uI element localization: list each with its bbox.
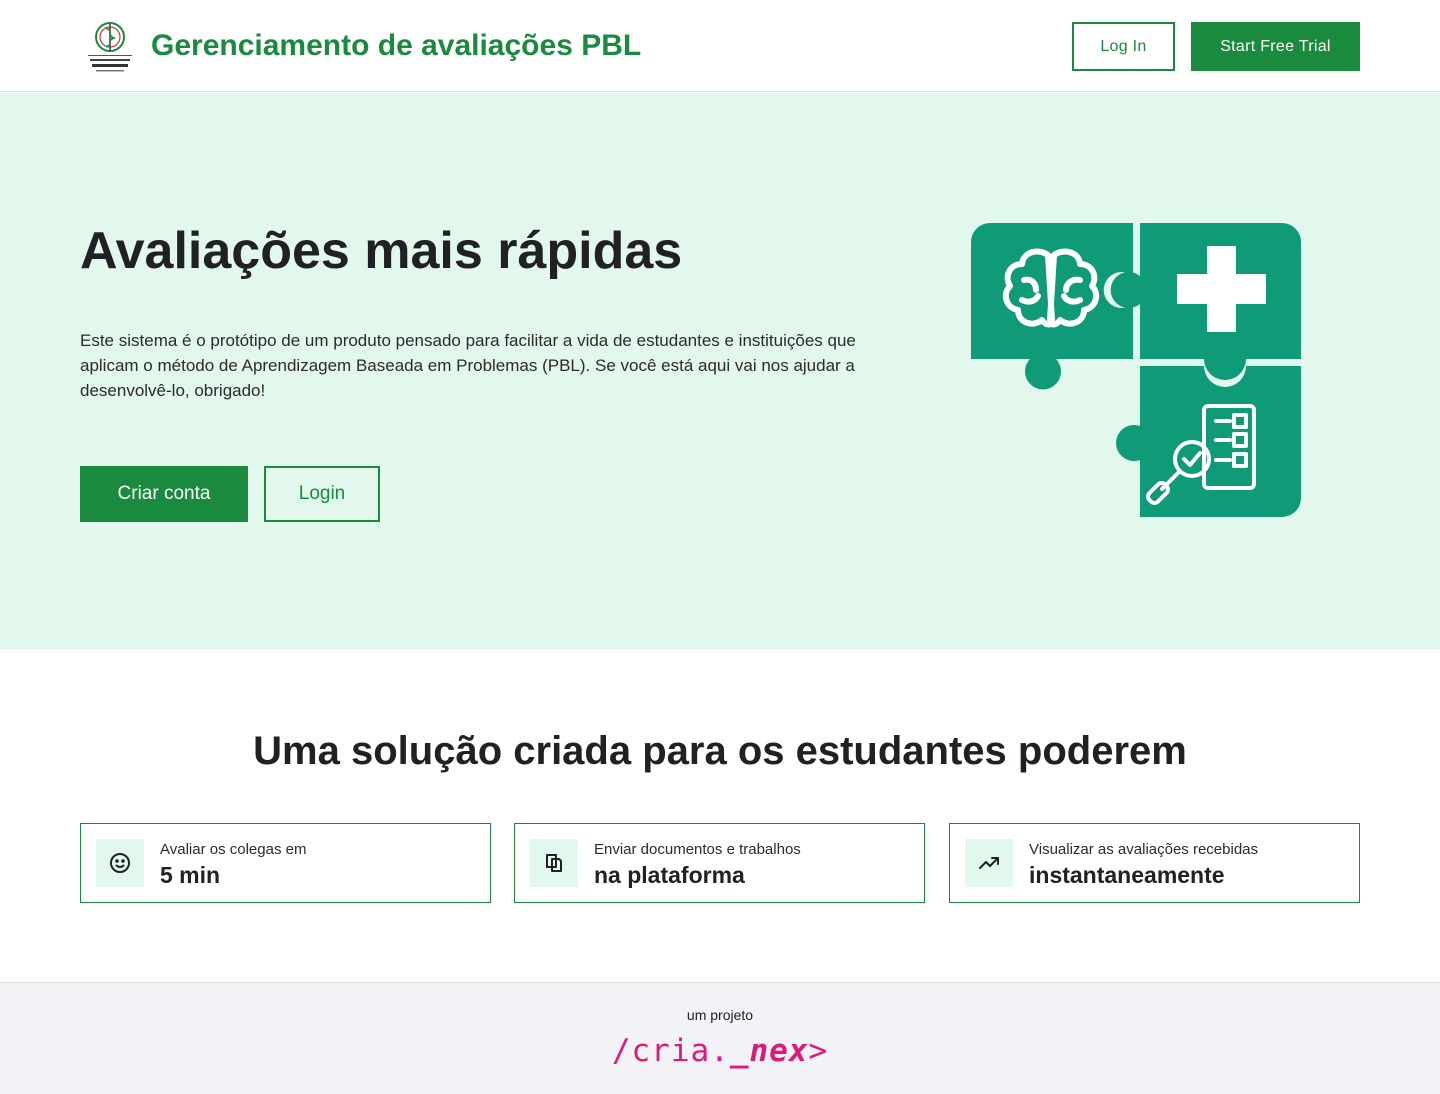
feature-card-results: Visualizar as avaliações recebidas insta… [949,823,1360,903]
create-account-button[interactable]: Criar conta [80,466,248,522]
puzzle-illustration [968,220,1304,520]
hero-description: Este sistema é o protótipo de um produto… [80,331,856,400]
start-free-trial-button[interactable]: Start Free Trial [1191,22,1360,71]
copy-documents-icon [530,839,578,887]
smiley-icon [96,839,144,887]
hero-login-button[interactable]: Login [264,466,380,522]
feature-big-text: na plataforma [594,862,745,888]
feature-small-text: Enviar documentos e trabalhos [594,841,801,858]
feature-small-text: Visualizar as avaliações recebidas [1029,841,1259,858]
faculdade-medicina-logo[interactable] [86,18,134,74]
footer-brand-suffix: > [808,1033,829,1069]
footer-caption: um projeto [686,1007,754,1023]
hero-section: Avaliações mais rápidas Este sistema é o… [0,93,1440,649]
feature-big-text: instantaneamente [1029,862,1225,888]
footer-brand-italic: _nex [729,1033,809,1069]
header-login-button[interactable]: Log In [1072,22,1175,71]
site-title: Gerenciamento de avaliações PBL [151,29,642,62]
site-footer: um projeto /cria._nex> [0,982,1440,1094]
feature-big-text: 5 min [160,862,221,888]
cria-nex-logo[interactable]: /cria._nex> [0,1031,1440,1071]
puzzle-piece-bottom [1116,366,1301,517]
footer-brand-prefix: /cria. [611,1033,730,1069]
feature-card-documents: Enviar documentos e trabalhos na platafo… [514,823,925,903]
hero-title: Avaliações mais rápidas [80,222,683,280]
features-title: Uma solução criada para os estudantes po… [253,729,1187,773]
feature-small-text: Avaliar os colegas em [160,841,307,858]
feature-card-evaluate: Avaliar os colegas em 5 min [80,823,491,903]
site-header: Gerenciamento de avaliações PBL Log In S… [0,0,1440,92]
trending-up-icon [965,839,1013,887]
